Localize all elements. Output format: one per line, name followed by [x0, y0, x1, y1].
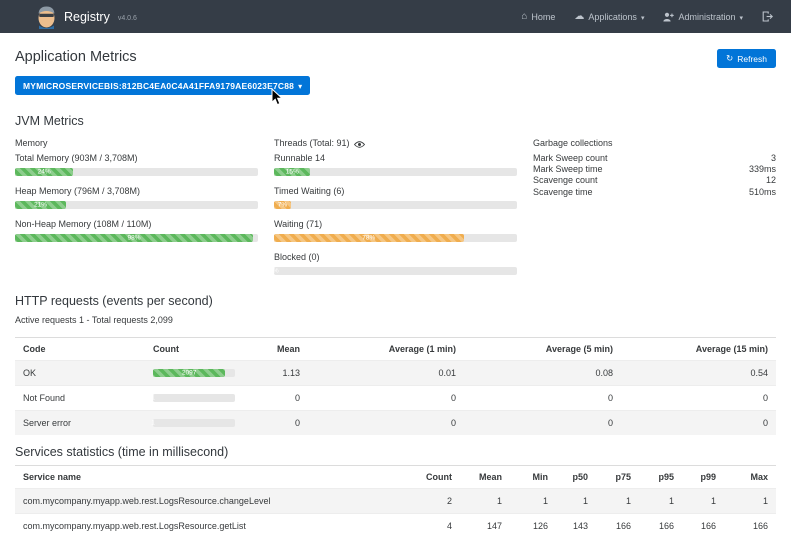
total-memory-label: Total Memory (903M / 3,708M): [15, 153, 258, 163]
memory-column: Memory Total Memory (903M / 3,708M) 24% …: [15, 138, 258, 285]
refresh-icon: ↻: [726, 53, 733, 64]
table-row-server-error: Server error 1 0 0 0 0: [15, 411, 776, 436]
memory-heading: Memory: [15, 138, 258, 148]
table-row-ok: OK 2097 1.13 0.01 0.08 0.54: [15, 361, 776, 386]
waiting-label: Waiting (71): [274, 219, 517, 229]
navbar: Registry v4.0.6 ⌂ Home ☁ Applications ▾ …: [0, 0, 791, 33]
logout-button[interactable]: [762, 11, 773, 22]
garbage-column: Garbage collections Mark Sweep count 3 M…: [533, 138, 776, 285]
user-plus-icon: [663, 12, 674, 22]
navbar-menu: ⌂ Home ☁ Applications ▾ Administration ▾: [521, 11, 773, 22]
ok-count-progressbar: 2097: [153, 369, 235, 377]
threads-heading: Threads (Total: 91): [274, 138, 350, 148]
jvm-metrics-heading: JVM Metrics: [15, 114, 776, 128]
gc-row-marksweep-count: Mark Sweep count 3: [533, 153, 776, 164]
chevron-down-icon: ▾: [641, 14, 645, 22]
chevron-down-icon: ▾: [298, 82, 302, 91]
brand-link[interactable]: Registry v4.0.6: [36, 5, 137, 29]
gc-row-scavenge-count: Scavenge count 12: [533, 175, 776, 186]
heap-memory-progressbar: 21%: [15, 201, 258, 209]
server-error-count-progressbar: 1: [153, 419, 235, 427]
brand-title: Registry: [64, 10, 110, 24]
runnable-label: Runnable 14: [274, 153, 517, 163]
brand-version: v4.0.6: [118, 15, 137, 22]
gc-row-marksweep-time: Mark Sweep time 339ms: [533, 164, 776, 175]
timed-waiting-progressbar: 7%: [274, 201, 517, 209]
garbage-heading: Garbage collections: [533, 138, 776, 148]
sign-out-icon: [762, 11, 773, 22]
page-title: Application Metrics: [15, 49, 137, 65]
waiting-progressbar: 78%: [274, 234, 517, 242]
services-statistics-heading: Services statistics (time in millisecond…: [15, 445, 776, 459]
nonheap-memory-progressbar: 98%: [15, 234, 258, 242]
jhipster-logo-icon: [36, 5, 57, 29]
eye-icon[interactable]: [354, 141, 365, 148]
instance-selector-dropdown[interactable]: MYMICROSERVICEBIS:812BC4EA0C4A41FFA9179A…: [15, 76, 310, 95]
threads-column: Threads (Total: 91) Runnable 14 15% Time…: [274, 138, 517, 285]
table-row-not-found: Not Found 1 0 0 0 0: [15, 386, 776, 411]
jvm-metrics-grid: Memory Total Memory (903M / 3,708M) 24% …: [15, 138, 776, 285]
home-icon: ⌂: [521, 12, 527, 22]
timed-waiting-label: Timed Waiting (6): [274, 186, 517, 196]
total-memory-progressbar: 24%: [15, 168, 258, 176]
http-requests-heading: HTTP requests (events per second): [15, 294, 776, 308]
refresh-button[interactable]: ↻ Refresh: [717, 49, 776, 68]
runnable-progressbar: 15%: [274, 168, 517, 176]
services-statistics-table: Service name Count Mean Min p50 p75 p95 …: [15, 465, 776, 538]
services-table-header: Service name Count Mean Min p50 p75 p95 …: [15, 466, 776, 489]
table-row-getlist: com.mycompany.myapp.web.rest.LogsResourc…: [15, 514, 776, 538]
blocked-progressbar: 0%: [274, 267, 517, 275]
nav-item-home[interactable]: ⌂ Home: [521, 12, 555, 22]
table-row-changelevel: com.mycompany.myapp.web.rest.LogsResourc…: [15, 489, 776, 514]
gc-row-scavenge-time: Scavenge time 510ms: [533, 187, 776, 198]
http-table-header: Code Count Mean Average (1 min) Average …: [15, 338, 776, 361]
nav-item-administration[interactable]: Administration ▾: [663, 12, 743, 22]
blocked-label: Blocked (0): [274, 252, 517, 262]
heap-memory-label: Heap Memory (796M / 3,708M): [15, 186, 258, 196]
not-found-count-progressbar: 1: [153, 394, 235, 402]
cloud-icon: ☁: [574, 12, 584, 22]
http-requests-subtitle: Active requests 1 - Total requests 2,099: [15, 315, 776, 325]
nav-item-applications[interactable]: ☁ Applications ▾: [574, 12, 644, 22]
chevron-down-icon: ▾: [739, 14, 743, 22]
nonheap-memory-label: Non-Heap Memory (108M / 110M): [15, 219, 258, 229]
http-requests-table: Code Count Mean Average (1 min) Average …: [15, 337, 776, 435]
